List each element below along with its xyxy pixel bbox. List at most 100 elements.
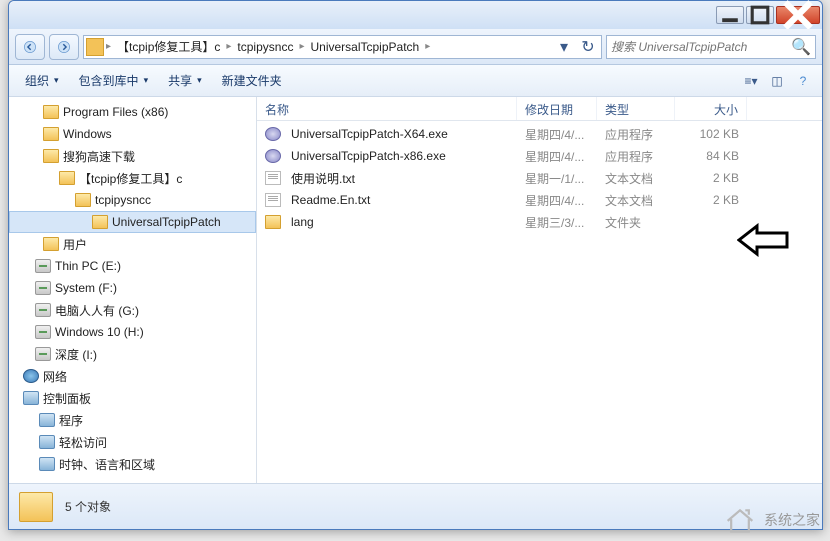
folder-icon (75, 193, 91, 207)
tree-item[interactable]: 搜狗高速下载 (9, 145, 256, 167)
explorer-window: ▸ 【tcpip修复工具】c ▸ tcpipysncc ▸ UniversalT… (8, 0, 823, 530)
tree-item[interactable]: 程序 (9, 409, 256, 431)
file-size: 84 KB (675, 149, 747, 163)
help-icon[interactable]: ? (792, 70, 814, 92)
back-button[interactable] (15, 34, 45, 60)
tree-item-label: 时钟、语言和区域 (59, 456, 155, 473)
drive-icon (35, 325, 51, 339)
tree-item[interactable]: 电脑人人有 (G:) (9, 299, 256, 321)
view-icon[interactable]: ≡▾ (740, 70, 762, 92)
file-name: 使用说明.txt (291, 170, 355, 187)
tree-item[interactable]: 【tcpip修复工具】c (9, 167, 256, 189)
tree-item[interactable]: Windows (9, 123, 256, 145)
file-date: 星期一/1/... (517, 170, 597, 187)
col-date[interactable]: 修改日期 (517, 97, 597, 120)
statusbar: 5 个对象 (9, 483, 822, 529)
file-name: Readme.En.txt (291, 193, 370, 207)
tree-item[interactable]: Windows 10 (H:) (9, 321, 256, 343)
file-row[interactable]: UniversalTcpipPatch-x86.exe星期四/4/...应用程序… (257, 145, 822, 167)
tree-item-label: UniversalTcpipPatch (112, 215, 221, 229)
include-menu[interactable]: 包含到库中 (71, 69, 157, 92)
toolbar: 组织 包含到库中 共享 新建文件夹 ≡▾ ◫ ? (9, 65, 822, 97)
tree-item-label: 【tcpip修复工具】c (79, 170, 182, 187)
tree-item-label: 程序 (59, 412, 83, 429)
preview-pane-icon[interactable]: ◫ (766, 70, 788, 92)
folder-icon (43, 127, 59, 141)
file-type: 应用程序 (597, 148, 675, 165)
tree-item[interactable]: 轻松访问 (9, 431, 256, 453)
newfolder-button[interactable]: 新建文件夹 (214, 69, 290, 92)
tree-item[interactable]: 用户 (9, 233, 256, 255)
dropdown-icon[interactable]: ▾ (553, 37, 575, 57)
exe-icon (265, 127, 281, 141)
txt-icon (265, 193, 281, 207)
tree-item-label: Windows (63, 127, 112, 141)
file-name: UniversalTcpipPatch-X64.exe (291, 127, 448, 141)
minimize-button[interactable] (716, 6, 744, 24)
tree-item-label: 控制面板 (43, 390, 91, 407)
search-box[interactable]: 🔍 (606, 35, 816, 59)
tree-item-label: 轻松访问 (59, 434, 107, 451)
file-row[interactable]: Readme.En.txt星期四/4/...文本文档2 KB (257, 189, 822, 211)
tree-item[interactable]: 深度 (I:) (9, 343, 256, 365)
tree-item-label: 电脑人人有 (G:) (55, 302, 139, 319)
drive-icon (35, 281, 51, 295)
search-input[interactable] (611, 40, 787, 54)
file-row[interactable]: lang 星期三/3/...文件夹 (257, 211, 822, 233)
drive-icon (35, 303, 51, 317)
cp-icon (23, 391, 39, 405)
folder-icon (86, 38, 104, 56)
file-date: 星期四/4/... (517, 126, 597, 143)
breadcrumb[interactable]: 【tcpip修复工具】c (113, 38, 224, 55)
folder-icon (92, 215, 108, 229)
tree-item[interactable]: Program Files (x86) (9, 101, 256, 123)
maximize-button[interactable] (746, 6, 774, 24)
tree-item[interactable]: 网络 (9, 365, 256, 387)
folder-icon (19, 492, 53, 522)
share-menu[interactable]: 共享 (160, 69, 210, 92)
file-size: 102 KB (675, 127, 747, 141)
tree-item[interactable]: UniversalTcpipPatch (9, 211, 256, 233)
tree-item[interactable]: Thin PC (E:) (9, 255, 256, 277)
breadcrumb[interactable]: tcpipysncc (233, 40, 297, 54)
tree-item-label: 搜狗高速下载 (63, 148, 135, 165)
folder-icon (43, 149, 59, 163)
file-row[interactable]: 使用说明.txt星期一/1/...文本文档2 KB (257, 167, 822, 189)
col-name[interactable]: 名称 (257, 97, 517, 120)
file-type: 文件夹 (597, 214, 675, 231)
body: Program Files (x86) Windows 搜狗高速下载【tcpip修复… (9, 97, 822, 483)
folder-icon (43, 237, 59, 251)
file-row[interactable]: UniversalTcpipPatch-X64.exe 星期四/4/...应用程序… (257, 123, 822, 145)
tree-item-label: 深度 (I:) (55, 346, 97, 363)
refresh-icon[interactable]: ↻ (577, 37, 599, 57)
file-date: 星期四/4/... (517, 148, 597, 165)
breadcrumb[interactable]: UniversalTcpipPatch (306, 40, 423, 54)
file-type: 应用程序 (597, 126, 675, 143)
tree-item[interactable]: 时钟、语言和区域 (9, 453, 256, 475)
chevron-right-icon: ▸ (425, 41, 430, 52)
tree-item[interactable]: 控制面板 (9, 387, 256, 409)
file-size: 2 KB (675, 193, 747, 207)
cp-icon (39, 413, 55, 427)
close-button[interactable] (776, 6, 820, 24)
folder-icon (59, 171, 75, 185)
tree-item-label: 网络 (43, 368, 67, 385)
exe-icon (265, 149, 281, 163)
file-name: lang (291, 215, 314, 229)
file-date: 星期三/3/... (517, 214, 597, 231)
file-type: 文本文档 (597, 170, 675, 187)
search-icon[interactable]: 🔍 (791, 37, 811, 57)
sidebar[interactable]: Program Files (x86) Windows 搜狗高速下载【tcpip修复… (9, 97, 257, 483)
titlebar (9, 1, 822, 29)
organize-menu[interactable]: 组织 (17, 69, 67, 92)
tree-item[interactable]: System (F:) (9, 277, 256, 299)
col-type[interactable]: 类型 (597, 97, 675, 120)
col-size[interactable]: 大小 (675, 97, 747, 120)
file-type: 文本文档 (597, 192, 675, 209)
file-list: 名称 修改日期 类型 大小 UniversalTcpipPatch-X64.ex… (257, 97, 822, 483)
forward-button[interactable] (49, 34, 79, 60)
drive-icon (35, 347, 51, 361)
tree-item[interactable]: tcpipysncc (9, 189, 256, 211)
address-bar[interactable]: ▸ 【tcpip修复工具】c ▸ tcpipysncc ▸ UniversalT… (83, 35, 602, 59)
drive-icon (35, 259, 51, 273)
